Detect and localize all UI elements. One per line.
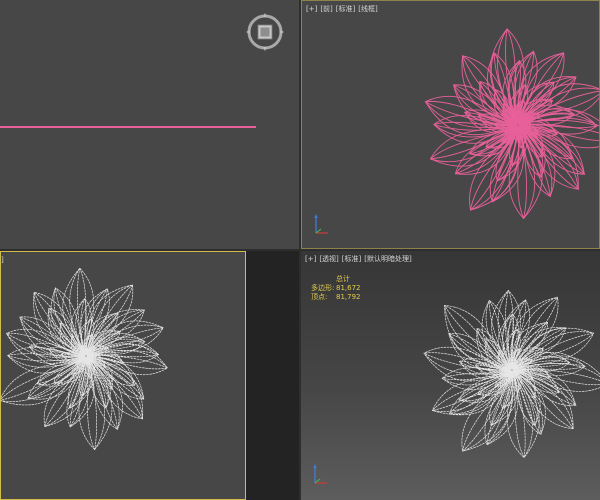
- flower-wireframe: [423, 290, 600, 458]
- axis-y-line: [314, 478, 321, 484]
- axis-z-arrow: [313, 464, 317, 468]
- viewport-menu-standard[interactable]: [标准]: [342, 255, 361, 263]
- axis-y-line: [315, 228, 322, 234]
- axis-z-arrow: [314, 214, 318, 218]
- polygons-value: 81,672: [336, 284, 361, 292]
- viewport-menu-plus[interactable]: [+]: [306, 5, 317, 13]
- flower-wireframe: [1, 267, 168, 450]
- viewport-menu-shading[interactable]: [默认明暗处理]: [364, 255, 411, 263]
- petal-wire: [27, 357, 85, 399]
- viewport-menu-view[interactable]: [前]: [320, 5, 332, 13]
- viewport-scene: [424, 28, 599, 219]
- axis-tripod-icon: [314, 214, 328, 234]
- statistics-overlay: 总计 多边形: 81,672 顶点: 81,792: [311, 275, 361, 302]
- viewport-top-left[interactable]: [0, 0, 299, 249]
- vertices-value: 81,792: [336, 293, 361, 301]
- viewport-scene: [1, 267, 168, 450]
- stats-title: 总计: [336, 275, 350, 283]
- vertices-label: 顶点:: [311, 293, 328, 301]
- viewport-bottom-left[interactable]: ]: [0, 251, 246, 500]
- viewport-label: [+] [前] [标准] [线框]: [306, 5, 381, 14]
- viewport-front[interactable]: [+] [前] [标准] [线框]: [301, 0, 600, 249]
- axis-tripod-icon: [313, 464, 327, 484]
- viewport-label: [+] [透视] [标准] [默认明暗处理]: [305, 255, 415, 264]
- viewport-empty-area: [246, 251, 299, 500]
- viewport-menu-standard[interactable]: [标准]: [336, 5, 355, 13]
- flower-wireframe: [424, 28, 599, 219]
- viewcube-icon[interactable]: [245, 12, 285, 52]
- viewport-menu-fragment[interactable]: ]: [1, 256, 4, 264]
- polygons-label: 多边形:: [311, 284, 335, 292]
- viewport-menu-view[interactable]: [透视]: [319, 255, 338, 263]
- viewport-menu-shading[interactable]: [线框]: [358, 5, 377, 13]
- viewport-label: ]: [1, 256, 7, 265]
- viewport-menu-plus[interactable]: [+]: [305, 255, 316, 263]
- viewport-perspective[interactable]: [+] [透视] [标准] [默认明暗处理] 总计 多边形: 81,672 顶点: 8…: [301, 251, 600, 500]
